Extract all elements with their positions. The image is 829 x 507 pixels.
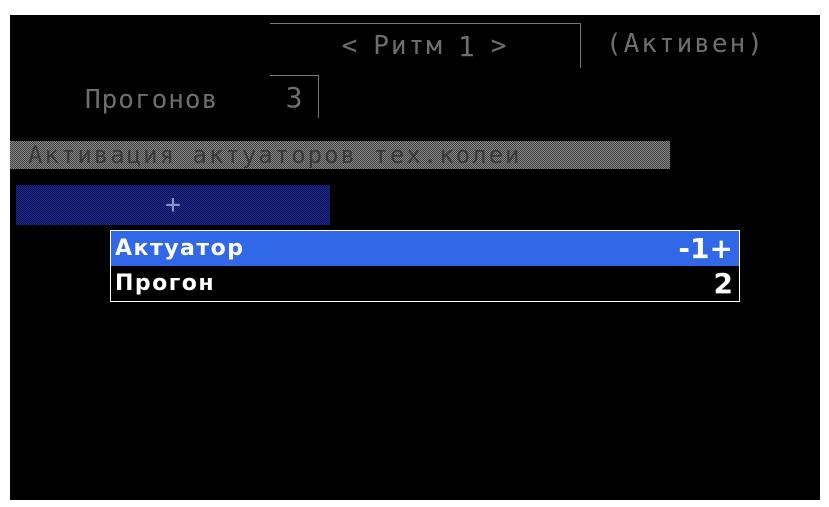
section-title: Активация актуаторов тех.колеи [28,141,522,169]
popup-row-actuator[interactable]: Актуатор -1+ [111,231,739,266]
popup-row-run[interactable]: Прогон 2 [111,266,739,301]
rhythm-next-button[interactable]: > [491,31,509,61]
device-screen: < Ритм 1 > (Активен) Прогонов 3 Активаци… [10,15,820,500]
row-label: Прогон [115,271,216,296]
rhythm-status: (Активен) [606,29,765,59]
runs-value: 3 [285,80,303,114]
run-value[interactable]: 2 [714,267,733,300]
runs-value-field[interactable]: 3 [270,75,319,118]
edit-popup: Актуатор -1+ Прогон 2 [110,230,740,302]
add-actuator-button[interactable]: + [16,185,330,225]
actuator-stepper[interactable]: -1+ [678,232,733,265]
rhythm-selector[interactable]: < Ритм 1 > [270,23,581,68]
runs-label: Прогонов [85,85,219,115]
plus-icon: + [165,190,181,220]
row-label: Актуатор [115,236,245,261]
section-header: Активация актуаторов тех.колеи [10,141,670,169]
rhythm-label: Ритм [373,31,444,61]
rhythm-prev-button[interactable]: < [342,31,360,61]
rhythm-number: 1 [457,29,477,63]
